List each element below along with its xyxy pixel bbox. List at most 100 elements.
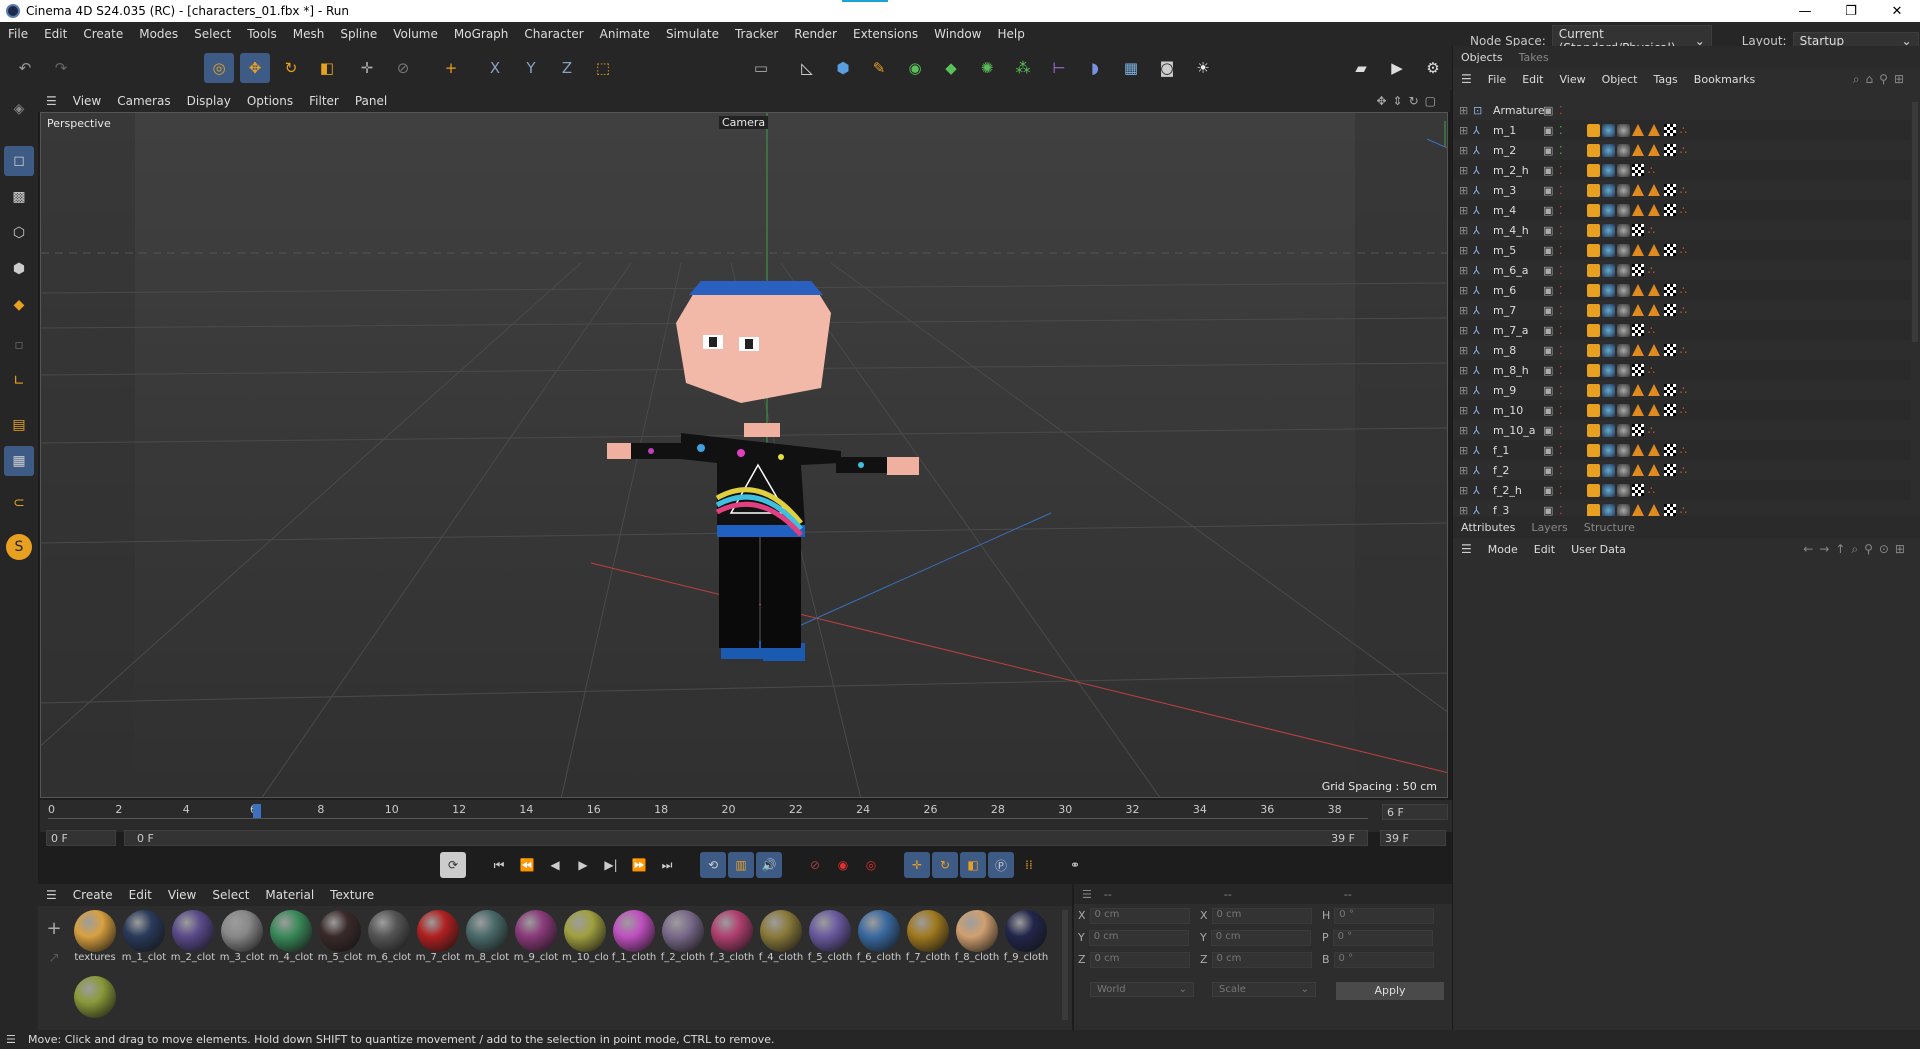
material-tag-icon[interactable] <box>1617 343 1630 357</box>
coord-input[interactable]: 0 ° <box>1332 930 1433 946</box>
visibility-dots-icon[interactable]: ⁚ <box>1559 244 1563 257</box>
material-tag-icon[interactable] <box>1617 383 1630 397</box>
attributes-menu-user-data[interactable]: User Data <box>1563 543 1634 556</box>
editor-visibility-icon[interactable]: ▣ <box>1543 384 1553 397</box>
scale-tool-icon[interactable]: ◧ <box>312 53 342 83</box>
editor-visibility-icon[interactable]: ▣ <box>1543 424 1553 437</box>
morph-tag-icon[interactable] <box>1632 344 1644 356</box>
skin-tag-icon[interactable] <box>1587 423 1600 437</box>
add-material-icon[interactable]: + <box>42 918 66 942</box>
tab-layers[interactable]: Layers <box>1523 521 1575 534</box>
material-menu-edit[interactable]: Edit <box>121 888 160 902</box>
selection-tag-icon[interactable]: ∴ <box>1680 344 1687 357</box>
coord-input[interactable]: 0 cm <box>1088 930 1189 946</box>
editor-visibility-icon[interactable]: ▣ <box>1543 104 1553 117</box>
material-tag-icon[interactable] <box>1617 183 1630 197</box>
weight-tag-icon[interactable] <box>1648 384 1660 396</box>
menu-file[interactable]: File <box>0 27 36 41</box>
sound-icon[interactable]: 🔊 <box>756 852 782 878</box>
render-view-icon[interactable]: ▰ <box>1346 53 1376 83</box>
visibility-dots-icon[interactable]: ⁚ <box>1559 344 1563 357</box>
texture-tag-icon[interactable] <box>1602 143 1615 157</box>
uv-mode-icon[interactable]: ▫ <box>4 330 34 360</box>
menu-modes[interactable]: Modes <box>131 27 186 41</box>
editor-visibility-icon[interactable]: ▣ <box>1543 484 1553 497</box>
x-axis-icon[interactable]: X <box>480 53 510 83</box>
weight-tag-icon[interactable] <box>1648 244 1660 256</box>
texture-tag-icon[interactable] <box>1602 403 1615 417</box>
morph-tag-icon[interactable] <box>1632 404 1644 416</box>
key-pla-icon[interactable]: ⁞⁞ <box>1016 852 1042 878</box>
material-tag-icon[interactable] <box>1617 463 1630 477</box>
go-to-start-icon[interactable]: ⏮ <box>486 852 512 878</box>
object-row[interactable]: ⊞ ⅄ m_4 ▣ ⁚ ∴ <box>1453 200 1911 220</box>
expand-icon[interactable]: ⊞ <box>1459 164 1468 177</box>
weight-tag-icon[interactable] <box>1648 144 1660 156</box>
morph-tag-icon[interactable] <box>1632 284 1644 296</box>
material-swatch[interactable]: f_5_cloth <box>807 910 853 968</box>
menu-edit[interactable]: Edit <box>36 27 75 41</box>
editor-visibility-icon[interactable]: ▣ <box>1543 504 1553 517</box>
viewport-menu-filter[interactable]: Filter <box>301 94 347 108</box>
morph-tag-icon[interactable] <box>1632 444 1644 456</box>
object-row[interactable]: ⊞ ⅄ f_3 ▣ ⁚ ∴ <box>1453 500 1911 516</box>
expand-icon[interactable]: ⊞ <box>1459 244 1468 257</box>
material-swatch[interactable]: f_4_cloth <box>758 910 804 968</box>
skin-tag-icon[interactable] <box>1587 483 1600 497</box>
coordinate-scale-dropdown[interactable]: Scale ⌄ <box>1212 982 1316 997</box>
object-row[interactable]: ⊞ ⅄ m_9 ▣ ⁚ ∴ <box>1453 380 1911 400</box>
material-swatch[interactable]: m_4_clot <box>268 910 314 968</box>
menu-character[interactable]: Character <box>516 27 591 41</box>
redo-icon[interactable]: ↷ <box>46 53 76 83</box>
expand-icon[interactable]: ⊞ <box>1459 124 1468 137</box>
expand-icon[interactable]: ⊞ <box>1459 484 1468 497</box>
material-swatch[interactable]: f_8_cloth <box>954 910 1000 968</box>
object-row[interactable]: ⊞ ⅄ m_8_h ▣ ⁚ ∴ <box>1453 360 1911 380</box>
editor-visibility-icon[interactable]: ▣ <box>1543 264 1553 277</box>
editor-visibility-icon[interactable]: ▣ <box>1543 164 1553 177</box>
key-position-icon[interactable]: ✛ <box>904 852 930 878</box>
uvw-tag-icon[interactable] <box>1664 304 1676 316</box>
make-editable-icon[interactable]: ◈ <box>4 94 34 124</box>
texture-tag-icon[interactable] <box>1602 283 1615 297</box>
expand-icon[interactable]: ⊞ <box>1459 344 1468 357</box>
viewport-menu-options[interactable]: Options <box>239 94 301 108</box>
object-row[interactable]: ⊞ ⅄ f_2 ▣ ⁚ ∴ <box>1453 460 1911 480</box>
menu-tracker[interactable]: Tracker <box>727 27 786 41</box>
material-swatch[interactable]: textures <box>72 910 118 968</box>
hamburger-icon[interactable]: ☰ <box>38 888 65 902</box>
minimize-button[interactable]: — <box>1782 0 1828 22</box>
material-swatch[interactable]: m_9_clot <box>513 910 559 968</box>
uvw-tag-icon[interactable] <box>1664 464 1676 476</box>
objects-menu-bookmarks[interactable]: Bookmarks <box>1686 73 1763 86</box>
material-tag-icon[interactable] <box>1617 163 1630 177</box>
lock-axis-icon[interactable]: ⊘ <box>388 53 418 83</box>
skin-tag-icon[interactable] <box>1587 263 1600 277</box>
texture-tag-icon[interactable] <box>1602 503 1615 516</box>
material-tool-icon[interactable]: ↗ <box>42 950 66 974</box>
coordinate-world-dropdown[interactable]: World ⌄ <box>1090 982 1194 997</box>
skin-tag-icon[interactable] <box>1587 443 1600 457</box>
object-row[interactable]: ⊞ ⅄ m_5 ▣ ⁚ ∴ <box>1453 240 1911 260</box>
texture-tag-icon[interactable] <box>1602 383 1615 397</box>
model-mode-icon[interactable]: ◻ <box>4 146 34 176</box>
skin-tag-icon[interactable] <box>1587 343 1600 357</box>
material-tag-icon[interactable] <box>1617 403 1630 417</box>
material-swatch[interactable]: m_10_clo <box>562 910 608 968</box>
selection-tag-icon[interactable]: ∴ <box>1680 304 1687 317</box>
previous-frame-icon[interactable]: ◀ <box>542 852 568 878</box>
selection-tag-icon[interactable]: ∴ <box>1680 384 1687 397</box>
transform-tool-icon[interactable]: ✛ <box>352 53 382 83</box>
tab-takes[interactable]: Takes <box>1511 51 1557 64</box>
menu-mograph[interactable]: MoGraph <box>446 27 517 41</box>
viewport-menu-display[interactable]: Display <box>179 94 239 108</box>
morph-tag-icon[interactable] <box>1632 304 1644 316</box>
object-row[interactable]: ⊞ ⅄ m_10 ▣ ⁚ ∴ <box>1453 400 1911 420</box>
material-swatch[interactable]: m_2_clot <box>170 910 216 968</box>
material-tag-icon[interactable] <box>1617 223 1630 237</box>
light-icon[interactable]: ☀ <box>1188 53 1218 83</box>
skin-tag-icon[interactable] <box>1587 383 1600 397</box>
perspective-viewport[interactable]: Perspective Camera Grid Spacing : 50 cm <box>40 112 1448 798</box>
editor-visibility-icon[interactable]: ▣ <box>1543 304 1553 317</box>
expand-icon[interactable]: ⊞ <box>1459 444 1468 457</box>
